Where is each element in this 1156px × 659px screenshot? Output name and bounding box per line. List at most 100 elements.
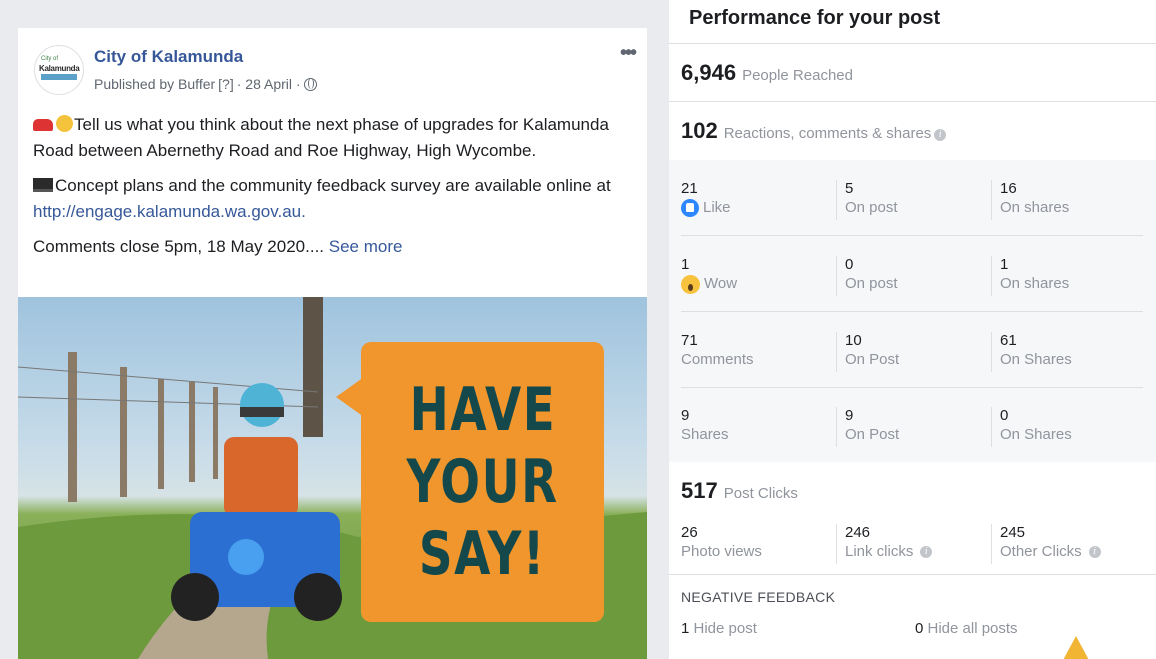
divider bbox=[836, 332, 837, 372]
comments-on-shares-cell: 61 On Shares bbox=[1000, 331, 1150, 370]
like-label-row: Like bbox=[681, 198, 831, 218]
shares-on-shares-cell: 0 On Shares bbox=[1000, 406, 1150, 445]
paragraph-1-text: Tell us what you think about the next ph… bbox=[33, 115, 609, 160]
wow-count: 1 bbox=[681, 256, 690, 273]
shares-on-shares-label: On Shares bbox=[1000, 426, 1072, 443]
wow-on-shares-count: 1 bbox=[1000, 256, 1009, 273]
pointer-arrow-icon bbox=[1062, 636, 1090, 659]
photo-views-cell: 26 Photo views bbox=[681, 523, 831, 562]
divider bbox=[669, 574, 1156, 575]
wow-cell: 1 Wow bbox=[681, 255, 831, 294]
other-clicks-label: Other Clicks bbox=[1000, 543, 1082, 560]
comments-on-shares-count: 61 bbox=[1000, 332, 1017, 349]
info-icon[interactable]: i bbox=[934, 129, 947, 141]
comments-on-post-label: On Post bbox=[845, 351, 900, 368]
hide-all-posts-item: 0 Hide all posts bbox=[915, 620, 1018, 637]
post-image[interactable]: HAVE YOUR SAY! bbox=[18, 297, 647, 659]
photo-views-count: 26 bbox=[681, 524, 698, 541]
negative-feedback-title: NEGATIVE FEEDBACK bbox=[681, 589, 836, 605]
facebook-post: City of Kalamunda City of Kalamunda Publ… bbox=[18, 28, 647, 659]
like-on-post-label: On post bbox=[845, 199, 898, 216]
hide-post-item: 1 Hide post bbox=[681, 620, 757, 637]
hide-all-label: Hide all posts bbox=[927, 620, 1018, 637]
comments-label: Comments bbox=[681, 351, 754, 368]
link-clicks-label: Link clicks bbox=[845, 543, 914, 560]
divider bbox=[991, 407, 992, 447]
like-label: Like bbox=[703, 199, 731, 216]
shares-on-post-label: On Post bbox=[845, 426, 900, 443]
avatar-logo-band bbox=[41, 74, 77, 80]
post-date[interactable]: · 28 April · bbox=[237, 76, 301, 92]
divider bbox=[836, 256, 837, 296]
post-clicks-row: 517 Post Clicks bbox=[681, 478, 798, 504]
info-icon[interactable]: i bbox=[920, 546, 933, 558]
people-reached-label: People Reached bbox=[742, 67, 853, 84]
avatar-logo-top: City of bbox=[41, 56, 59, 62]
post-text: Tell us what you think about the next ph… bbox=[33, 112, 633, 269]
info-icon[interactable]: i bbox=[1088, 546, 1101, 558]
laptop-emoji-icon bbox=[33, 178, 53, 192]
wow-on-post-cell: 0 On post bbox=[845, 255, 995, 294]
bubble-line-2: YOUR bbox=[406, 447, 559, 517]
engagement-value: 102 bbox=[681, 118, 718, 143]
car-emoji-icon bbox=[33, 119, 53, 131]
wow-on-post-count: 0 bbox=[845, 256, 854, 273]
more-options-icon[interactable]: ••• bbox=[620, 42, 637, 65]
like-on-shares-count: 16 bbox=[1000, 180, 1017, 197]
divider bbox=[836, 180, 837, 220]
comments-on-post-cell: 10 On Post bbox=[845, 331, 995, 370]
shares-on-post-count: 9 bbox=[845, 407, 854, 424]
engagement-label-text: Reactions, comments & shares bbox=[723, 125, 932, 142]
other-clicks-cell: 245 Other Clicks i bbox=[1000, 523, 1156, 562]
page-avatar[interactable]: City of Kalamunda bbox=[34, 45, 84, 95]
shares-label: Shares bbox=[681, 426, 729, 443]
photo-views-label: Photo views bbox=[681, 543, 762, 560]
bubble-line-3: SAY! bbox=[419, 519, 546, 589]
wow-on-shares-cell: 1 On shares bbox=[1000, 255, 1150, 294]
avatar-logo-main: Kalamunda bbox=[39, 64, 80, 73]
people-reached-row: 6,946 People Reached bbox=[681, 60, 853, 86]
shares-count: 9 bbox=[681, 407, 690, 424]
hide-all-count: 0 bbox=[915, 620, 924, 637]
like-count: 21 bbox=[681, 180, 698, 197]
other-clicks-count: 245 bbox=[1000, 524, 1026, 541]
wow-label-row: Wow bbox=[681, 274, 831, 294]
divider bbox=[991, 180, 992, 220]
link-clicks-cell: 246 Link clicks i bbox=[845, 523, 995, 562]
published-by[interactable]: Published by Buffer bbox=[94, 76, 215, 92]
divider bbox=[681, 235, 1143, 236]
engagement-breakdown: 21 Like 5 On post 16 On shares 1 Wow 0 O… bbox=[669, 160, 1156, 462]
engage-link[interactable]: http://engage.kalamunda.wa.gov.au. bbox=[33, 202, 306, 221]
other-clicks-label-row: Other Clicks i bbox=[1000, 542, 1156, 562]
comments-cell: 71 Comments bbox=[681, 331, 831, 370]
post-meta: Published by Buffer [?] · 28 April · bbox=[94, 76, 317, 92]
shares-cell: 9 Shares bbox=[681, 406, 831, 445]
link-clicks-count: 246 bbox=[845, 524, 871, 541]
published-by-help[interactable]: [?] bbox=[218, 76, 234, 92]
like-on-shares-cell: 16 On shares bbox=[1000, 179, 1150, 218]
divider bbox=[669, 43, 1156, 44]
see-more-link[interactable]: See more bbox=[329, 237, 403, 256]
speech-bubble-tail bbox=[336, 377, 364, 417]
panel-title: Performance for your post bbox=[689, 7, 941, 29]
people-reached-value: 6,946 bbox=[681, 60, 737, 85]
comments-on-shares-label: On Shares bbox=[1000, 351, 1072, 368]
comments-count: 71 bbox=[681, 332, 698, 349]
comments-on-post-count: 10 bbox=[845, 332, 862, 349]
engagement-label: Reactions, comments & shares i bbox=[724, 125, 947, 142]
wow-on-shares-label: On shares bbox=[1000, 275, 1070, 292]
divider bbox=[836, 524, 837, 564]
like-on-post-cell: 5 On post bbox=[845, 179, 995, 218]
shares-on-shares-count: 0 bbox=[1000, 407, 1009, 424]
divider bbox=[681, 387, 1143, 388]
post-performance-panel: Performance for your post 6,946 People R… bbox=[669, 0, 1156, 659]
post-paragraph-2: Concept plans and the community feedback… bbox=[33, 173, 633, 225]
post-paragraph-3: Comments close 5pm, 18 May 2020.... See … bbox=[33, 234, 633, 260]
divider bbox=[991, 524, 992, 564]
thinking-face-emoji-icon bbox=[56, 115, 73, 132]
link-clicks-label-row: Link clicks i bbox=[845, 542, 995, 562]
like-icon bbox=[681, 199, 699, 217]
divider bbox=[991, 256, 992, 296]
post-clicks-value: 517 bbox=[681, 478, 718, 503]
page-name-link[interactable]: City of Kalamunda bbox=[94, 47, 243, 67]
